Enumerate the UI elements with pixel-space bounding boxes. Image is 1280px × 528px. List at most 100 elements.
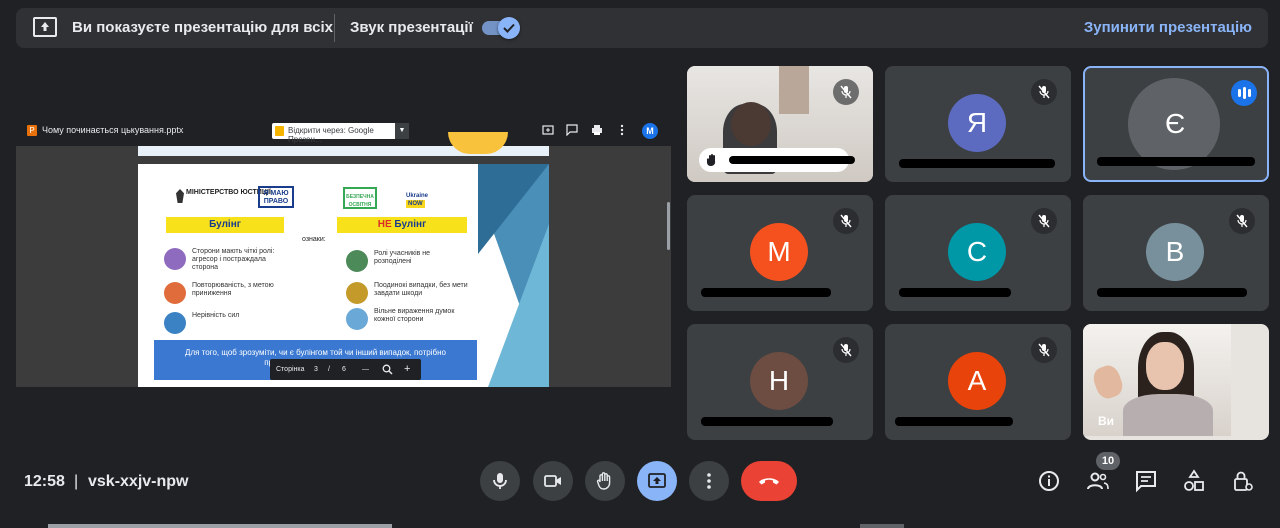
list-item: Повторюваність, з метою приниження xyxy=(164,282,292,304)
self-name-label: Ви xyxy=(1098,414,1115,428)
ya-mayu-pravo-logo: Я МАЮ ПРАВО xyxy=(258,186,294,208)
redacted-name xyxy=(899,288,1011,297)
chevron-down-icon[interactable]: ▼ xyxy=(395,123,409,139)
avatar: Є xyxy=(1146,95,1204,153)
avatar: Н xyxy=(750,352,808,410)
page-label: Сторінка xyxy=(276,366,305,373)
current-slide: МІНІСТЕРСТВО ЮСТИЦІЇ Я МАЮ ПРАВО БЕЗПЕЧН… xyxy=(138,164,549,387)
mic-icon xyxy=(493,473,507,489)
mic-off-icon xyxy=(1031,337,1057,363)
presentation-audio-toggle[interactable] xyxy=(482,17,520,39)
google-slides-icon xyxy=(275,126,284,136)
redacted-name xyxy=(895,417,1013,426)
zoom-icon[interactable] xyxy=(382,364,393,375)
participant-tile-ye[interactable]: Є xyxy=(1083,66,1269,182)
stop-presenting-button[interactable]: Зупинити презентацію xyxy=(1084,19,1252,36)
safe-school-logo: БЕЗПЕЧНА ОСВІТНЯ xyxy=(343,187,377,209)
not-bullying-header: НЕ Булінг xyxy=(337,217,467,233)
participant-tile-v[interactable]: В xyxy=(1083,195,1269,311)
taskbar-edge xyxy=(860,524,904,528)
scrollbar[interactable] xyxy=(667,202,670,250)
banner-divider xyxy=(334,14,335,42)
redacted-name xyxy=(1097,288,1247,297)
mic-button[interactable] xyxy=(480,461,520,501)
present-screen-icon xyxy=(33,17,57,37)
shared-presentation: P Чому починається цькування.pptx Відкри… xyxy=(16,116,671,387)
avatar: С xyxy=(948,223,1006,281)
presentation-file-name: Чому починається цькування.pptx xyxy=(42,125,184,135)
participant-tile-n[interactable]: Н xyxy=(687,324,873,440)
add-comment-icon[interactable] xyxy=(542,124,554,136)
people-icon[interactable] xyxy=(1086,469,1110,493)
presenting-banner: Ви показуєте презентацію для всіх Звук п… xyxy=(16,8,1268,48)
hand-icon xyxy=(596,472,611,490)
participant-tile-m[interactable]: М xyxy=(687,195,873,311)
taskbar-edge xyxy=(48,524,392,528)
redacted-name xyxy=(701,417,833,426)
open-with-label: Відкрити через: Google Презен... xyxy=(288,126,374,144)
total-pages: 6 xyxy=(342,366,346,373)
redacted-name xyxy=(1097,157,1255,166)
more-vert-icon xyxy=(707,473,711,489)
print-icon[interactable] xyxy=(591,124,603,136)
ukraine-now-logo: Ukraine NOW xyxy=(406,193,429,208)
redacted-name xyxy=(899,159,1055,168)
list-item: Ролі учасників не розподілені xyxy=(346,250,464,272)
hand-icon xyxy=(706,154,716,167)
list-item: Вільне вираження думок кожної сторони xyxy=(346,308,464,330)
list-item: Нерівність сил xyxy=(164,312,292,334)
participant-tile-video1[interactable] xyxy=(687,66,873,182)
raised-hand-badge xyxy=(699,148,855,172)
page-navigator: Сторінка 3 / 6 — + xyxy=(270,359,421,380)
mic-off-icon xyxy=(833,208,859,234)
participant-tile-self[interactable]: Ви xyxy=(1083,324,1269,440)
avatar: Я xyxy=(948,94,1006,152)
more-vert-icon[interactable] xyxy=(616,124,628,136)
zoom-out-button[interactable]: — xyxy=(362,366,369,373)
mic-off-icon xyxy=(833,337,859,363)
comment-icon[interactable] xyxy=(566,124,578,136)
mic-off-icon xyxy=(1031,79,1057,105)
camera-icon xyxy=(544,475,561,487)
host-controls-lock-icon[interactable] xyxy=(1231,469,1255,493)
raise-hand-button[interactable] xyxy=(585,461,625,501)
redacted-name xyxy=(701,288,831,297)
presentation-toolbar: P Чому починається цькування.pptx Відкри… xyxy=(16,116,671,146)
account-avatar[interactable]: M xyxy=(642,123,658,139)
people-count-badge: 10 xyxy=(1096,452,1120,470)
activities-icon[interactable] xyxy=(1182,469,1206,493)
clock: 12:58 xyxy=(24,473,65,490)
bullying-header: Булінг xyxy=(166,217,284,233)
powerpoint-file-icon: P xyxy=(27,125,37,136)
mic-off-icon xyxy=(833,79,859,105)
meeting-code: vsk-xxjv-npw xyxy=(88,473,189,490)
participant-tile-s[interactable]: С xyxy=(885,195,1071,311)
zoom-in-button[interactable]: + xyxy=(404,363,410,375)
list-item: Сторони мають чіткі ролі: агресор і пост… xyxy=(164,248,292,272)
camera-button[interactable] xyxy=(533,461,573,501)
presentation-audio-label: Звук презентації xyxy=(350,19,473,36)
current-page[interactable]: 3 xyxy=(314,366,318,373)
speaking-indicator-icon xyxy=(1231,80,1257,106)
presenting-message: Ви показуєте презентацію для всіх xyxy=(72,19,333,36)
previous-slide-edge xyxy=(138,132,549,156)
ministry-of-justice-logo: МІНІСТЕРСТВО ЮСТИЦІЇ xyxy=(176,189,271,203)
signs-label: ознаки: xyxy=(302,236,326,243)
participant-tile-ya[interactable]: Я xyxy=(885,66,1071,182)
hangup-icon xyxy=(759,478,779,485)
mic-off-icon xyxy=(1031,208,1057,234)
avatar: М xyxy=(750,223,808,281)
participant-tile-a[interactable]: А xyxy=(885,324,1071,440)
redacted-name xyxy=(729,156,855,164)
chat-icon[interactable] xyxy=(1134,469,1158,493)
present-screen-icon xyxy=(648,473,666,488)
more-options-button[interactable] xyxy=(689,461,729,501)
separator: | xyxy=(74,473,79,490)
leave-call-button[interactable] xyxy=(741,461,797,501)
avatar: А xyxy=(948,352,1006,410)
mic-off-icon xyxy=(1229,208,1255,234)
open-with-button[interactable]: Відкрити через: Google Презен... ▼ xyxy=(272,123,409,144)
present-now-button[interactable] xyxy=(637,461,677,501)
avatar: В xyxy=(1146,223,1204,281)
meeting-details-icon[interactable] xyxy=(1037,469,1061,493)
